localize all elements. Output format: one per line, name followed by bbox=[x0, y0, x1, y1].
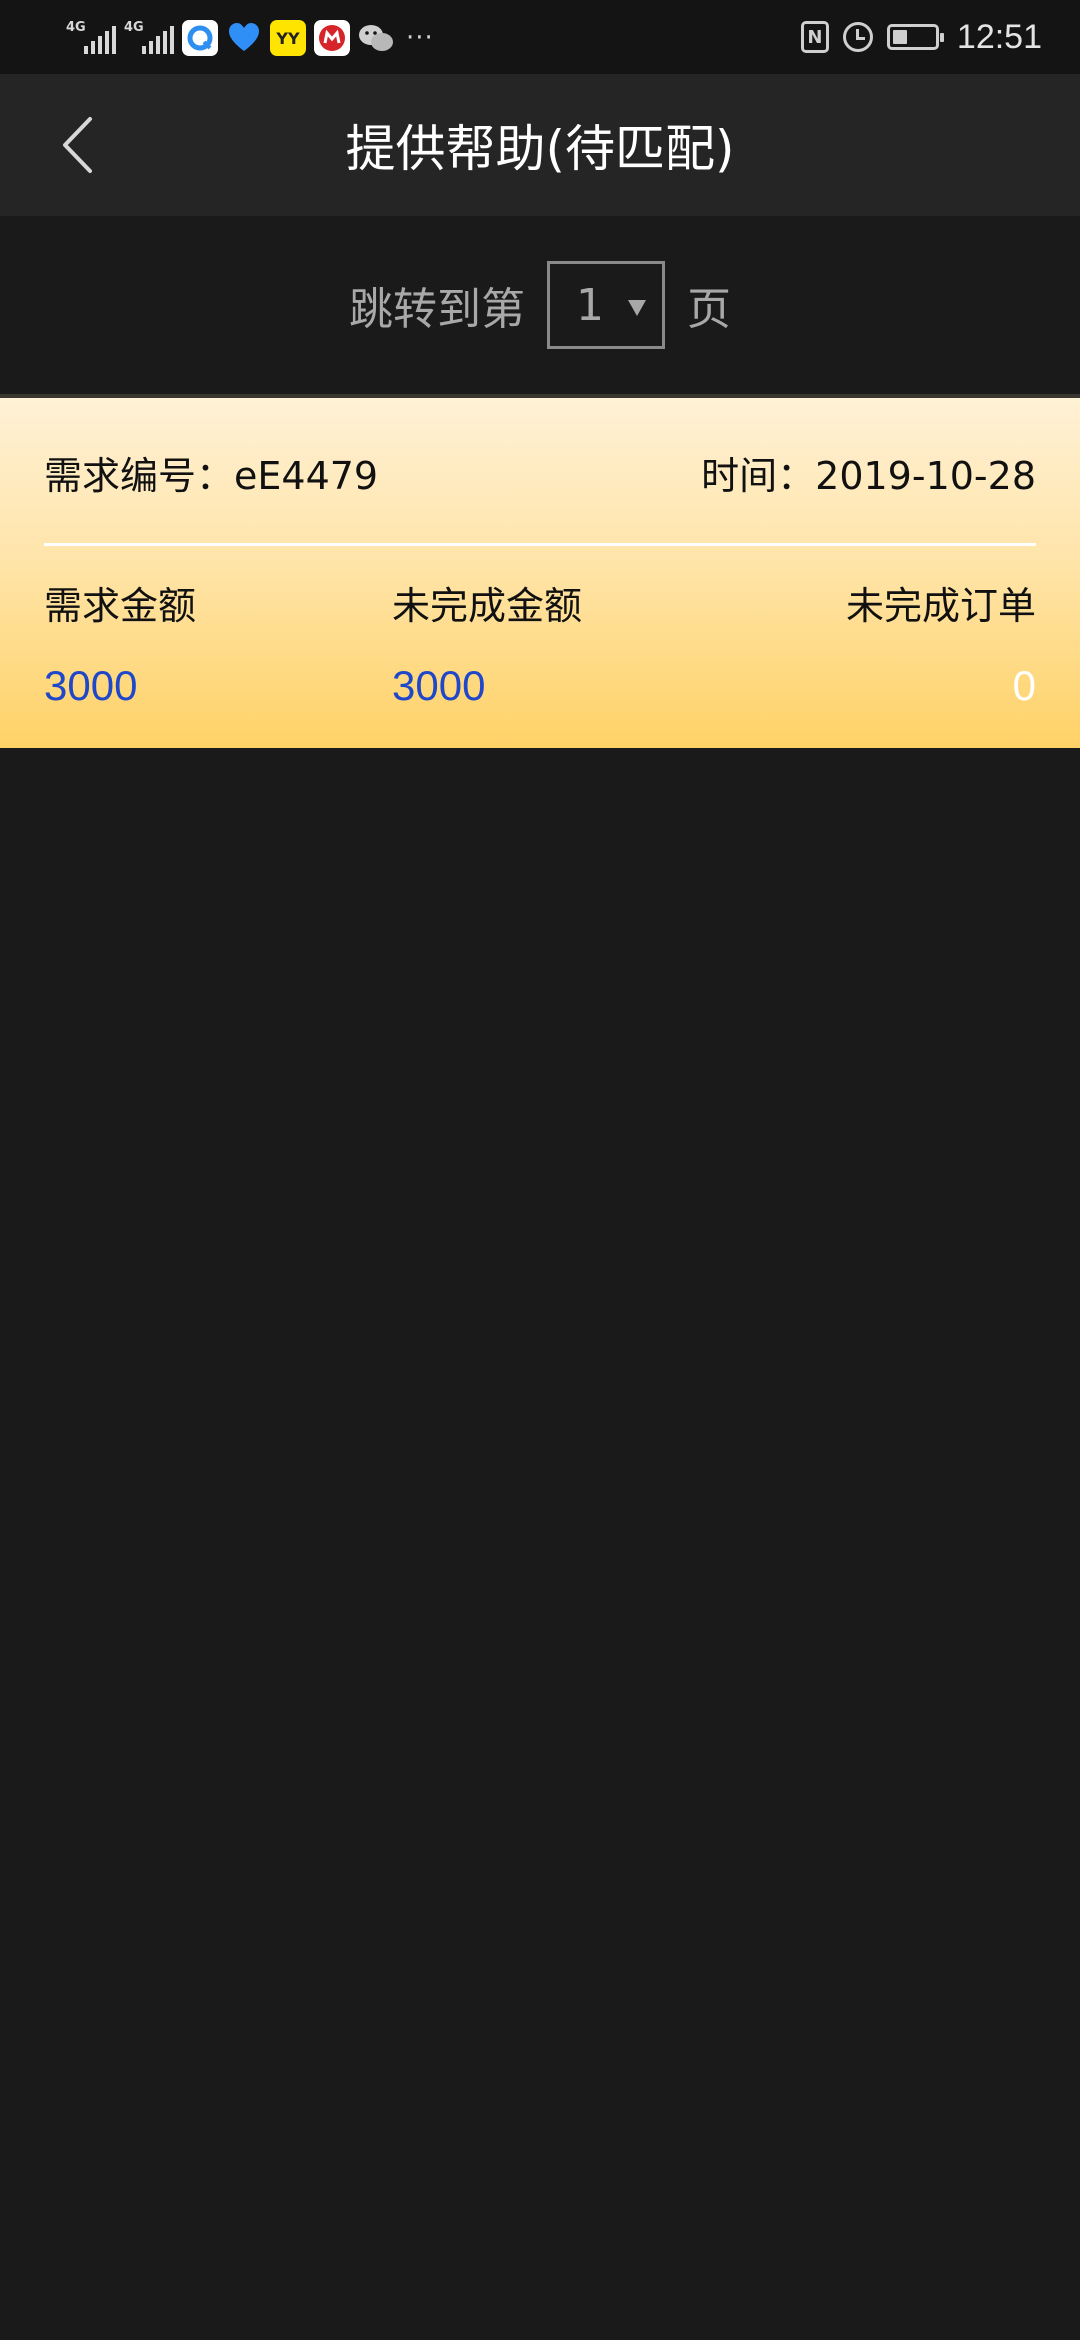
status-time: 12:51 bbox=[956, 17, 1042, 56]
signal-1-icon: 4G bbox=[66, 18, 116, 58]
page-jump-suffix: 页 bbox=[687, 284, 731, 335]
request-id: 需求编号：eE4479 bbox=[44, 445, 378, 500]
request-time-value: 2019-10-28 bbox=[815, 453, 1036, 498]
wechat-icon bbox=[358, 20, 394, 56]
request-time-label: 时间： bbox=[701, 453, 816, 498]
back-button[interactable] bbox=[50, 117, 104, 173]
unfinished-amount-label: 未完成金额 bbox=[392, 584, 583, 628]
unfinished-orders-value: 0 bbox=[1012, 662, 1036, 709]
request-time: 时间：2019-10-28 bbox=[701, 445, 1036, 500]
browser-icon bbox=[182, 20, 218, 56]
chevron-left-icon bbox=[63, 117, 92, 173]
alarm-icon bbox=[842, 22, 873, 52]
page-jump-bar: 跳转到第 1 页 bbox=[0, 216, 1080, 394]
unfinished-orders-label: 未完成订单 bbox=[845, 584, 1036, 628]
battery-icon bbox=[886, 24, 944, 50]
bank-icon bbox=[314, 20, 350, 56]
page-select[interactable]: 1 bbox=[547, 261, 665, 349]
heart-app-icon bbox=[226, 20, 262, 56]
demand-amount-column: 需求金额 3000 bbox=[44, 578, 196, 714]
page-select-value: 1 bbox=[576, 279, 604, 331]
demand-amount-label: 需求金额 bbox=[44, 584, 197, 628]
card-divider bbox=[44, 543, 1036, 546]
unfinished-amount-column: 未完成金额 3000 bbox=[392, 578, 582, 714]
unfinished-orders-column: 未完成订单 0 bbox=[846, 578, 1036, 714]
status-bar-right: N 12:51 bbox=[800, 14, 1042, 60]
status-bar: 4G 4G YY ··· N 12:51 bbox=[0, 0, 1080, 74]
page-title: 提供帮助(待匹配) bbox=[345, 120, 735, 178]
yy-icon: YY bbox=[270, 20, 306, 56]
unfinished-amount-value: 3000 bbox=[392, 662, 486, 709]
request-card[interactable]: 需求编号：eE4479 时间：2019-10-28 需求金额 3000 未完成金… bbox=[0, 398, 1080, 748]
more-notifications-icon: ··· bbox=[406, 23, 434, 53]
app-header: 提供帮助(待匹配) bbox=[0, 74, 1080, 216]
request-id-value: eE4479 bbox=[234, 453, 379, 498]
request-id-label: 需求编号： bbox=[44, 453, 235, 498]
signal-2-icon: 4G bbox=[124, 18, 174, 58]
nfc-icon: N bbox=[800, 21, 829, 53]
card-header-row: 需求编号：eE4479 时间：2019-10-28 bbox=[44, 446, 1036, 498]
status-bar-left: 4G 4G YY ··· bbox=[66, 18, 434, 58]
dropdown-arrow-icon bbox=[628, 300, 646, 316]
page-jump-prefix: 跳转到第 bbox=[349, 284, 525, 335]
demand-amount-value: 3000 bbox=[44, 662, 138, 709]
